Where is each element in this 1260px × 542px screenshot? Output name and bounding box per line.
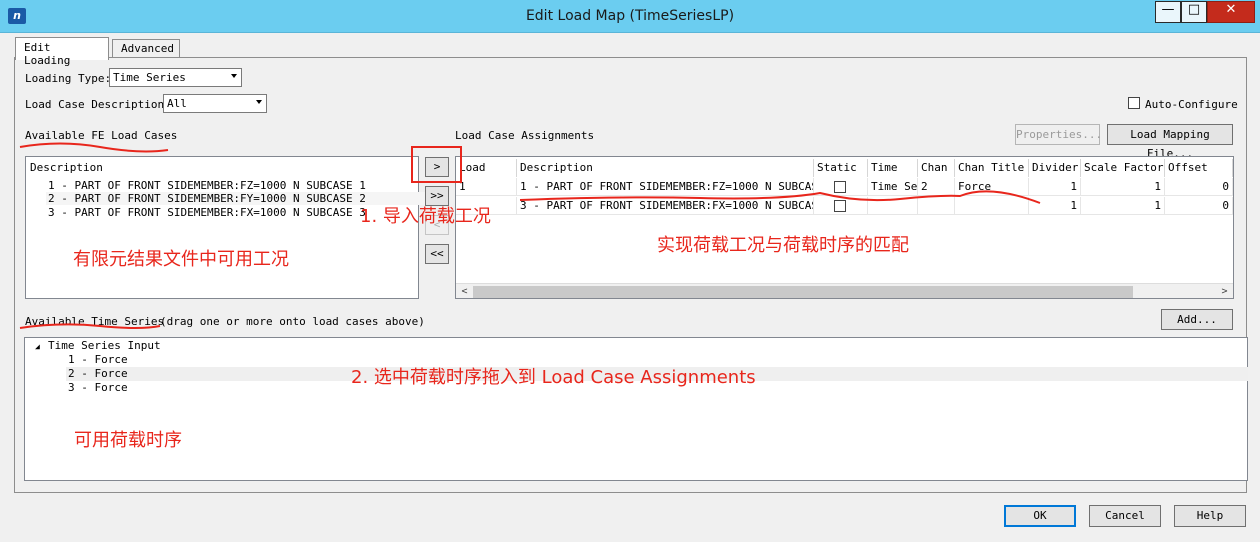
annotation-ts-note: 可用荷载时序 — [74, 430, 182, 451]
ok-button[interactable]: OK — [1004, 505, 1076, 527]
time-series-title: Available Time Series — [25, 315, 165, 328]
cell-scale-factor[interactable]: 1 — [1081, 178, 1165, 196]
scrollbar-thumb[interactable] — [473, 286, 1133, 298]
cell-chan[interactable]: 2 — [918, 178, 955, 196]
tree-root[interactable]: Time Series Input — [48, 339, 161, 353]
column-header[interactable]: Offset — [1165, 159, 1233, 177]
cell-chan[interactable] — [918, 197, 955, 215]
collapse-icon[interactable]: ◢ — [35, 340, 40, 354]
scroll-left-icon[interactable]: < — [457, 285, 472, 298]
maximize-button[interactable]: □ — [1181, 1, 1207, 23]
tab-advanced[interactable]: Advanced — [112, 39, 180, 58]
remove-all-button[interactable]: << — [425, 244, 449, 264]
close-button[interactable]: ✕ — [1207, 1, 1255, 23]
cancel-button[interactable]: Cancel — [1089, 505, 1161, 527]
horizontal-scrollbar[interactable]: < > — [456, 283, 1233, 298]
dropdown-arrow-icon — [256, 100, 262, 104]
column-header[interactable]: Chan — [918, 159, 955, 177]
cell-load-case[interactable]: 1 — [456, 178, 517, 196]
annotation-fe-note: 有限元结果文件中可用工况 — [73, 249, 289, 270]
cell-description[interactable]: 1 - PART OF FRONT SIDEMEMBER:FZ=1000 N S… — [517, 178, 814, 196]
column-header[interactable]: Description — [517, 159, 814, 177]
load-case-desc-label: Load Case Descriptions — [25, 98, 171, 111]
cell-description[interactable]: 3 - PART OF FRONT SIDEMEMBER:FX=1000 N S… — [517, 197, 814, 215]
fe-list-header: Description — [30, 161, 103, 174]
loading-type-value: Time Series — [113, 71, 186, 84]
time-series-tree[interactable]: ◢ Time Series Input 1 - Force 2 - Force … — [24, 337, 1248, 481]
cell-chan-title[interactable] — [955, 197, 1029, 215]
scroll-right-icon[interactable]: > — [1217, 285, 1232, 298]
loading-type-label: Loading Type: — [25, 72, 112, 85]
load-mapping-file-button[interactable]: Load Mapping File... — [1107, 124, 1233, 160]
column-header[interactable]: Chan Title — [955, 159, 1029, 177]
cell-static — [814, 197, 868, 215]
assignments-grid[interactable]: Load Case Description Static Time Se Cha… — [455, 156, 1234, 299]
column-header[interactable]: Static — [814, 159, 868, 177]
annotation-step1: 1. 导入荷载工况 — [360, 206, 491, 227]
window-title: Edit Load Map (TimeSeriesLP) — [525, 8, 735, 24]
annotation-step2: 2. 选中荷载时序拖入到 Load Case Assignments — [351, 367, 756, 388]
dropdown-arrow-icon — [231, 74, 237, 78]
load-case-desc-value: All — [167, 97, 187, 110]
cell-chan-title[interactable]: Force — [955, 178, 1029, 196]
static-checkbox[interactable] — [834, 181, 846, 193]
cell-offset[interactable]: 0 — [1165, 197, 1233, 215]
annotation-match-note: 实现荷载工况与荷载时序的匹配 — [657, 235, 909, 256]
list-item[interactable]: 1 - PART OF FRONT SIDEMEMBER:FZ=1000 N S… — [46, 179, 426, 192]
properties-button[interactable]: Properties... — [1015, 124, 1102, 145]
cell-static — [814, 178, 868, 196]
cell-scale-factor[interactable]: 1 — [1081, 197, 1165, 215]
auto-configure-label: Auto-Configure — [1145, 98, 1238, 111]
help-button[interactable]: Help — [1174, 505, 1246, 527]
column-header[interactable]: Time Se — [868, 159, 918, 177]
auto-configure-checkbox[interactable] — [1128, 97, 1140, 109]
column-header[interactable]: Load Case — [456, 159, 517, 177]
tab-edit-loading[interactable]: Edit Loading — [15, 37, 109, 67]
column-header[interactable]: Divider — [1029, 159, 1081, 177]
cell-divider[interactable]: 1 — [1029, 197, 1081, 215]
static-checkbox[interactable] — [834, 200, 846, 212]
column-header[interactable]: Scale Factor — [1081, 159, 1165, 177]
cell-divider[interactable]: 1 — [1029, 178, 1081, 196]
loading-type-select[interactable]: Time Series — [109, 68, 242, 87]
time-series-hint: (drag one or more onto load cases above) — [160, 315, 425, 328]
load-case-desc-select[interactable]: All — [163, 94, 267, 113]
cell-offset[interactable]: 0 — [1165, 178, 1233, 196]
cell-time-series[interactable] — [868, 197, 918, 215]
title-bar: n Edit Load Map (TimeSeriesLP) — □ ✕ — [0, 0, 1260, 33]
assignments-title: Load Case Assignments — [455, 129, 595, 142]
add-time-series-button[interactable]: Add... — [1161, 309, 1233, 330]
annotation-highlight-box — [411, 146, 462, 183]
minimize-button[interactable]: — — [1155, 1, 1181, 23]
available-fe-title: Available FE Load Cases — [25, 129, 178, 142]
cell-time-series[interactable]: Time Se — [868, 178, 918, 196]
